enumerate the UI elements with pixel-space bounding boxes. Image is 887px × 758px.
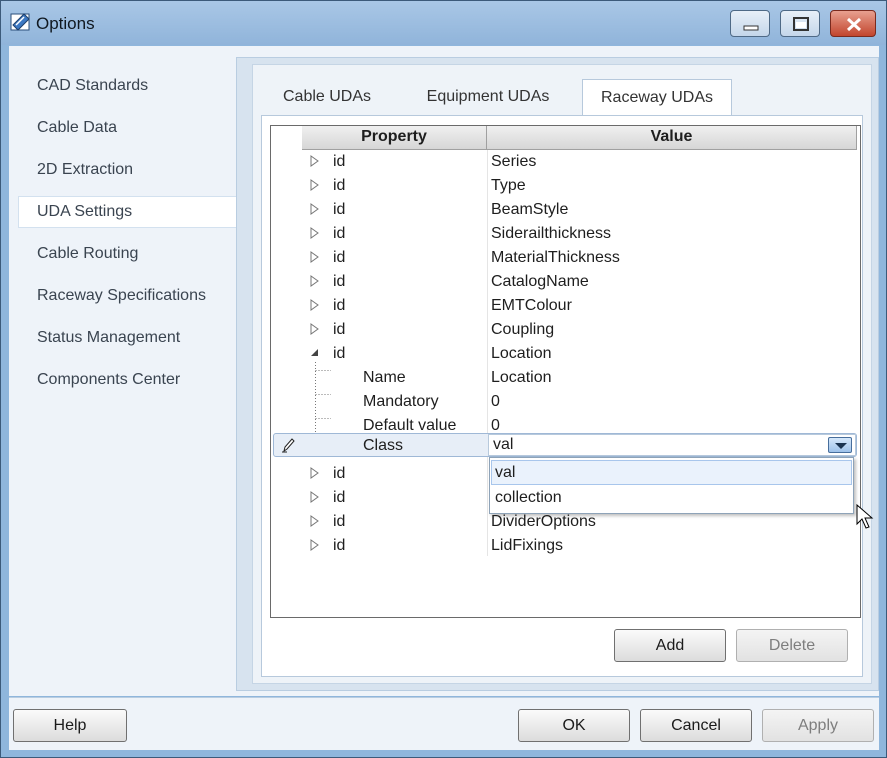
options-window: Options CAD Standards Cable Data 2D Extr… [0, 0, 887, 758]
add-button[interactable]: Add [614, 629, 726, 662]
window-title: Options [36, 14, 95, 33]
nav-item-2d-extraction[interactable]: 2D Extraction [18, 154, 237, 186]
help-button[interactable]: Help [13, 709, 127, 742]
maximize-button[interactable] [780, 10, 820, 37]
close-icon [846, 17, 862, 32]
nav-item-cable-data[interactable]: Cable Data [18, 112, 237, 144]
expand-arrow-icon[interactable] [310, 179, 320, 191]
chevron-down-icon [835, 443, 847, 449]
table-row[interactable]: id CatalogName [271, 270, 860, 294]
grid-corner [271, 126, 303, 150]
expand-arrow-icon[interactable] [310, 299, 320, 311]
table-row[interactable]: id MaterialThickness [271, 246, 860, 270]
column-header-property[interactable]: Property [302, 126, 487, 150]
table-row[interactable]: id BeamStyle [271, 198, 860, 222]
table-row[interactable]: id [271, 462, 860, 486]
settings-nav: CAD Standards Cable Data 2D Extraction U… [9, 46, 237, 696]
tab-frame: Cable UDAs Equipment UDAs Raceway UDAs P… [252, 64, 872, 684]
expand-arrow-icon[interactable] [310, 275, 320, 287]
mouse-pointer-icon [856, 504, 874, 529]
nav-item-raceway-specifications[interactable]: Raceway Specifications [18, 280, 237, 312]
apply-button[interactable]: Apply [762, 709, 874, 742]
cancel-button[interactable]: Cancel [640, 709, 752, 742]
table-row[interactable]: id Type [271, 174, 860, 198]
nav-item-cad-standards[interactable]: CAD Standards [18, 70, 237, 102]
tab-control: Cable UDAs Equipment UDAs Raceway UDAs P… [244, 57, 879, 691]
minimize-button[interactable] [730, 10, 770, 37]
ok-button[interactable]: OK [518, 709, 630, 742]
table-row-child[interactable]: Name Location [271, 366, 860, 390]
options-app-icon [10, 11, 32, 33]
collapse-arrow-icon[interactable] [310, 347, 320, 359]
table-row-child[interactable]: Mandatory 0 [271, 390, 860, 414]
nav-item-cable-routing[interactable]: Cable Routing [18, 238, 237, 270]
expand-arrow-icon[interactable] [310, 227, 320, 239]
dropdown-button[interactable] [828, 437, 852, 453]
table-row[interactable]: id Series [271, 150, 860, 174]
expand-arrow-icon[interactable] [310, 323, 320, 335]
dialog-footer: Help OK Cancel Apply [9, 698, 879, 750]
title-bar[interactable]: Options [1, 1, 886, 45]
class-value-combobox[interactable]: val [488, 434, 856, 456]
table-row[interactable]: id DividerOptions [271, 510, 860, 534]
tab-cable-udas[interactable]: Cable UDAs [267, 79, 387, 115]
nav-item-status-management[interactable]: Status Management [18, 322, 237, 354]
maximize-icon [793, 17, 809, 31]
table-row[interactable]: id EMTColour [271, 294, 860, 318]
tab-body: Property Value id Series id Type id Beam… [261, 115, 863, 677]
table-row[interactable]: id Siderailthickness [271, 222, 860, 246]
table-row-expanded[interactable]: id Location [271, 342, 860, 366]
expand-arrow-icon[interactable] [310, 539, 320, 551]
expand-arrow-icon[interactable] [310, 251, 320, 263]
uda-property-grid[interactable]: Property Value id Series id Type id Beam… [270, 125, 861, 618]
expand-arrow-icon[interactable] [310, 491, 320, 503]
expand-arrow-icon[interactable] [310, 155, 320, 167]
nav-item-uda-settings[interactable]: UDA Settings [18, 196, 237, 228]
table-row[interactable]: id Coupling [271, 318, 860, 342]
table-row[interactable]: id [271, 486, 860, 510]
column-header-value[interactable]: Value [487, 126, 857, 150]
delete-button[interactable]: Delete [736, 629, 848, 662]
tab-raceway-udas[interactable]: Raceway UDAs [582, 79, 732, 117]
table-row[interactable]: id LidFixings [271, 534, 860, 558]
nav-item-components-center[interactable]: Components Center [18, 364, 237, 396]
expand-arrow-icon[interactable] [310, 203, 320, 215]
minimize-icon [743, 25, 759, 31]
client-area: CAD Standards Cable Data 2D Extraction U… [9, 46, 879, 698]
close-button[interactable] [830, 10, 876, 37]
tab-equipment-udas[interactable]: Equipment UDAs [413, 79, 563, 115]
expand-arrow-icon[interactable] [310, 515, 320, 527]
expand-arrow-icon[interactable] [310, 467, 320, 479]
